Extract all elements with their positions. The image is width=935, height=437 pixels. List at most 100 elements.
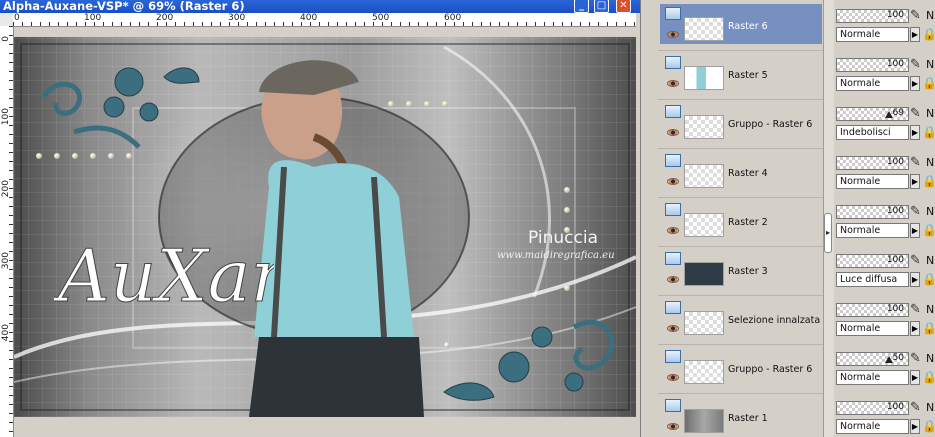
dropdown-arrow-icon[interactable]: ▶ bbox=[910, 174, 920, 189]
collapse-palette-button[interactable]: ▸ bbox=[824, 213, 832, 253]
layer-separator bbox=[658, 246, 826, 247]
blend-mode-select[interactable]: Luce diffusa bbox=[836, 272, 909, 287]
pearl-bead bbox=[36, 153, 42, 159]
blend-mode-select[interactable]: Normale bbox=[836, 27, 909, 42]
layer-item[interactable]: Gruppo - Raster 6 bbox=[660, 102, 822, 142]
lock-icon[interactable]: 🔒 bbox=[922, 26, 935, 42]
eye-icon[interactable] bbox=[667, 129, 679, 136]
layer-thumbnail bbox=[684, 360, 724, 384]
lock-icon[interactable]: 🔒 bbox=[922, 320, 935, 336]
blend-mode-select[interactable]: Normale bbox=[836, 321, 909, 336]
layer-thumbnail bbox=[684, 164, 724, 188]
opacity-field[interactable]: 100 bbox=[836, 205, 909, 219]
raster-layer-icon bbox=[665, 105, 681, 118]
eye-icon[interactable] bbox=[667, 423, 679, 430]
eye-icon[interactable] bbox=[667, 80, 679, 87]
raster-layer-icon bbox=[665, 301, 681, 314]
raster-layer-icon bbox=[665, 56, 681, 69]
n-label: N bbox=[926, 401, 935, 414]
blend-mode-select[interactable]: Normale bbox=[836, 76, 909, 91]
minimize-button[interactable]: _ bbox=[574, 0, 589, 13]
close-button[interactable]: ✕ bbox=[616, 0, 631, 13]
layer-row[interactable]: Raster 6 bbox=[656, 0, 824, 45]
opacity-field[interactable]: 69 bbox=[836, 107, 909, 121]
dropdown-arrow-icon[interactable]: ▶ bbox=[910, 76, 920, 91]
eye-icon[interactable] bbox=[667, 227, 679, 234]
blend-mode-select[interactable]: Indebolisci bbox=[836, 125, 909, 140]
lock-icon[interactable]: 🔒 bbox=[922, 271, 935, 287]
ruler-label: 100 bbox=[84, 13, 102, 23]
layer-row[interactable]: Raster 5 bbox=[656, 49, 824, 94]
layer-row[interactable]: Raster 2 bbox=[656, 196, 824, 241]
layer-item[interactable]: Raster 5 bbox=[660, 53, 822, 93]
blend-mode-select[interactable]: Normale bbox=[836, 223, 909, 238]
document-titlebar[interactable]: Alpha-Auxane-VSP* @ 69% (Raster 6) _ □ ✕ bbox=[0, 0, 640, 13]
n-label: N bbox=[926, 107, 935, 120]
opacity-field[interactable]: 100 bbox=[836, 303, 909, 317]
dropdown-arrow-icon[interactable]: ▶ bbox=[910, 321, 920, 336]
layer-item[interactable]: Raster 3 bbox=[660, 249, 822, 289]
layer-properties: 100 ✎ N Normale ▶ 🔒 bbox=[836, 147, 935, 192]
raster-layer-icon bbox=[665, 203, 681, 216]
blend-mode-select[interactable]: Normale bbox=[836, 174, 909, 189]
lock-icon[interactable]: 🔒 bbox=[922, 369, 935, 385]
opacity-field[interactable]: 100 bbox=[836, 9, 909, 23]
blend-mode-value: Normale bbox=[840, 78, 881, 89]
lock-icon[interactable]: 🔒 bbox=[922, 75, 935, 91]
opacity-field[interactable]: 100 bbox=[836, 58, 909, 72]
dropdown-arrow-icon[interactable]: ▶ bbox=[910, 419, 920, 434]
ruler-label: 600 bbox=[444, 13, 462, 23]
layer-row[interactable]: Gruppo - Raster 6 bbox=[656, 98, 824, 143]
opacity-field[interactable]: 100 bbox=[836, 156, 909, 170]
eye-icon[interactable] bbox=[667, 31, 679, 38]
ruler-label: 300 bbox=[1, 252, 11, 270]
layer-item[interactable]: Selezione innalzata bbox=[660, 298, 822, 338]
lock-icon[interactable]: 🔒 bbox=[922, 124, 935, 140]
layer-thumbnail bbox=[684, 409, 724, 433]
layer-item[interactable]: Raster 4 bbox=[660, 151, 822, 191]
layer-separator bbox=[658, 197, 826, 198]
maximize-button[interactable]: □ bbox=[594, 0, 609, 13]
layers-palette: Raster 6 Raster 5 Gruppo - Raster 6 Raster … bbox=[640, 0, 935, 437]
eye-icon[interactable] bbox=[667, 325, 679, 332]
dropdown-arrow-icon[interactable]: ▶ bbox=[910, 223, 920, 238]
blend-mode-select[interactable]: Normale bbox=[836, 419, 909, 434]
layer-separator bbox=[658, 148, 826, 149]
dropdown-arrow-icon[interactable]: ▶ bbox=[910, 27, 920, 42]
layer-separator bbox=[658, 393, 826, 394]
pearl-bead bbox=[442, 101, 448, 107]
layer-row[interactable]: Gruppo - Raster 6 bbox=[656, 343, 824, 388]
logo-text: AuXane bbox=[54, 234, 274, 318]
layer-properties: 100 ✎ N Normale ▶ 🔒 bbox=[836, 294, 935, 339]
dropdown-arrow-icon[interactable]: ▶ bbox=[910, 370, 920, 385]
opacity-value: 100 bbox=[886, 255, 904, 265]
raster-layer-icon bbox=[665, 399, 681, 412]
blend-mode-value: Normale bbox=[840, 176, 881, 187]
layer-item[interactable]: Gruppo - Raster 6 bbox=[660, 347, 822, 387]
opacity-field[interactable]: 100 bbox=[836, 401, 909, 415]
layer-row[interactable]: Selezione innalzata bbox=[656, 294, 824, 339]
eye-icon[interactable] bbox=[667, 374, 679, 381]
lock-icon[interactable]: 🔒 bbox=[922, 173, 935, 189]
layer-row[interactable]: Raster 4 bbox=[656, 147, 824, 192]
document-title: Alpha-Auxane-VSP* @ 69% (Raster 6) bbox=[3, 0, 245, 13]
canvas-margin bbox=[14, 417, 636, 437]
layer-item[interactable]: Raster 2 bbox=[660, 200, 822, 240]
layer-item[interactable]: Raster 1 bbox=[660, 396, 822, 436]
eye-icon[interactable] bbox=[667, 276, 679, 283]
layer-row[interactable]: Raster 3 bbox=[656, 245, 824, 290]
layer-properties: 50 ✎ N Normale ▶ 🔒 bbox=[836, 343, 935, 388]
layer-row[interactable]: Raster 1 bbox=[656, 392, 824, 437]
dropdown-arrow-icon[interactable]: ▶ bbox=[910, 272, 920, 287]
layer-item[interactable]: Raster 6 bbox=[660, 4, 822, 44]
eye-icon[interactable] bbox=[667, 178, 679, 185]
opacity-field[interactable]: 50 bbox=[836, 352, 909, 366]
ruler-label: 100 bbox=[1, 108, 11, 126]
opacity-field[interactable]: 100 bbox=[836, 254, 909, 268]
lock-icon[interactable]: 🔒 bbox=[922, 418, 935, 434]
image-canvas[interactable]: AuXane Pinuccia www.maidiregrafica.eu bbox=[14, 37, 636, 417]
pearl-bead bbox=[564, 285, 570, 291]
lock-icon[interactable]: 🔒 bbox=[922, 222, 935, 238]
dropdown-arrow-icon[interactable]: ▶ bbox=[910, 125, 920, 140]
blend-mode-select[interactable]: Normale bbox=[836, 370, 909, 385]
